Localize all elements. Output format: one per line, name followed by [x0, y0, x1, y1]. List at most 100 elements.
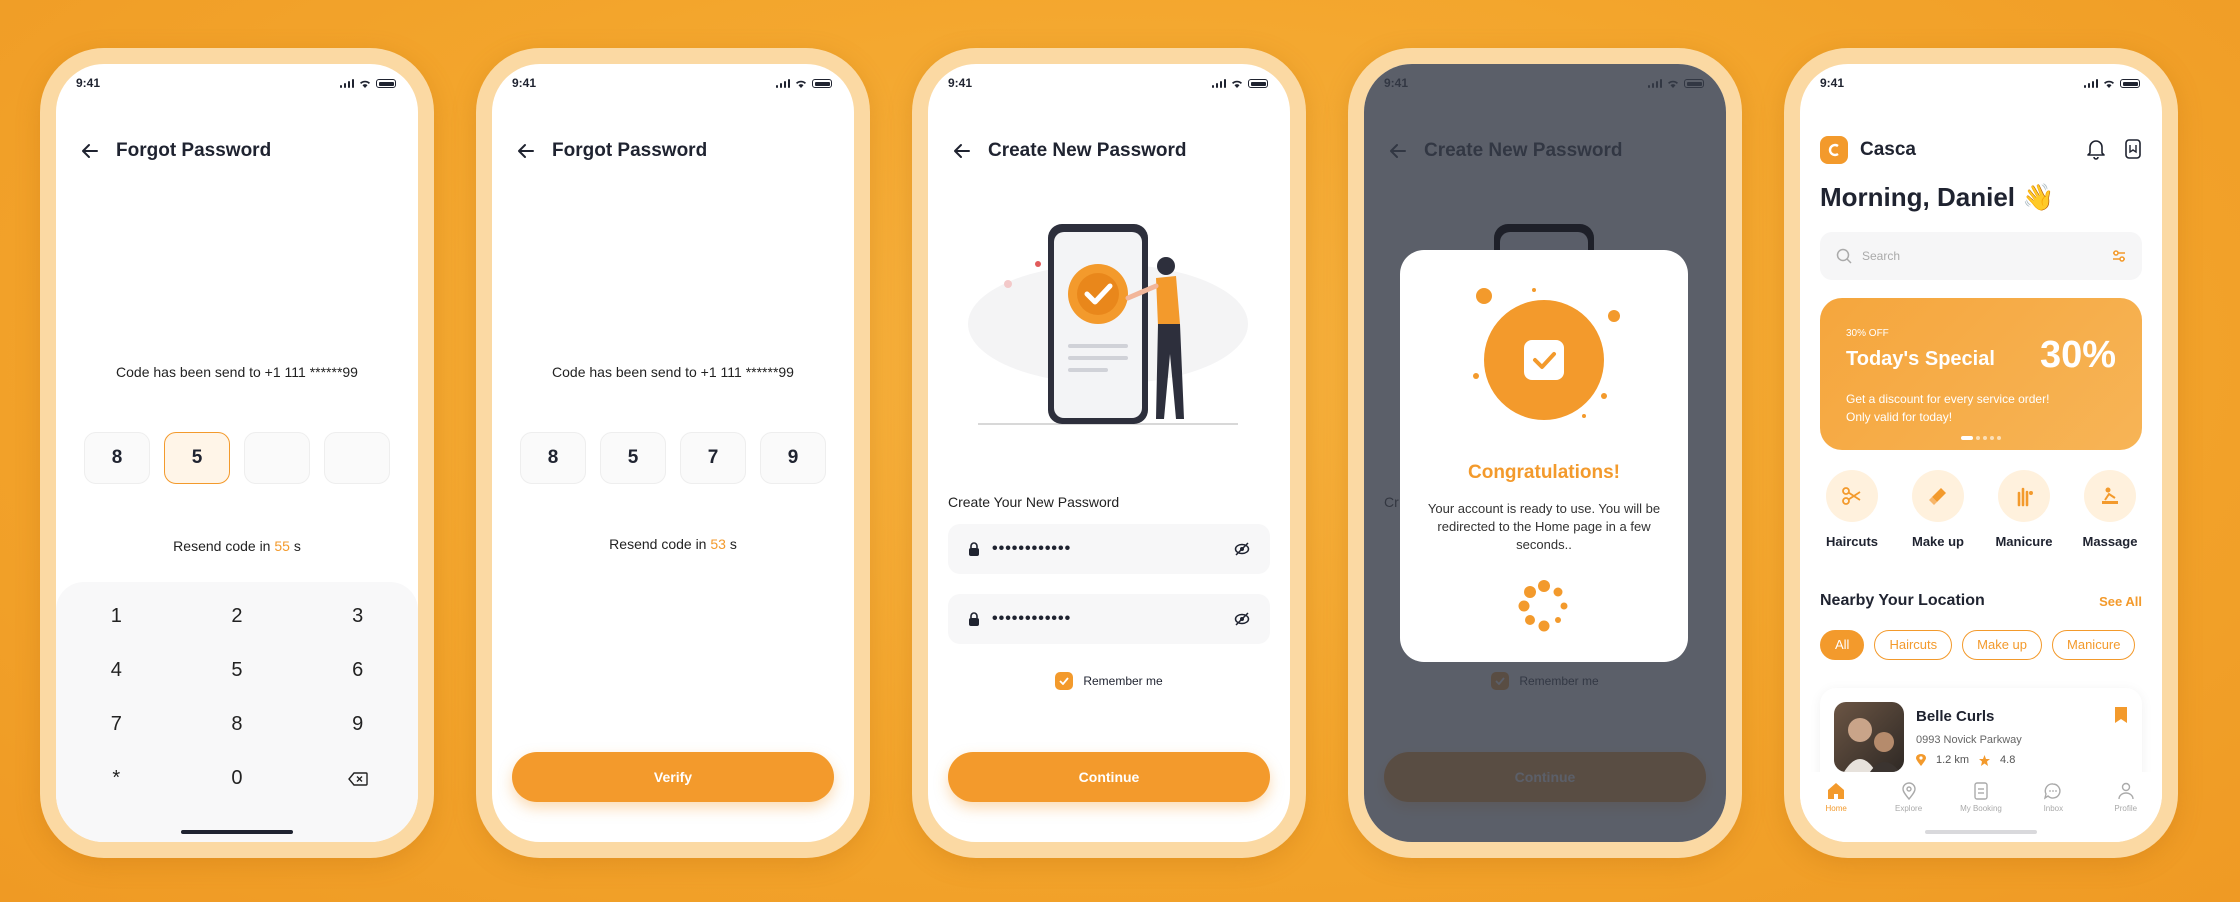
- key-6[interactable]: 6: [297, 654, 418, 686]
- otp-input[interactable]: 8 5: [84, 432, 390, 484]
- bell-icon[interactable]: [2086, 138, 2106, 160]
- back-arrow-icon[interactable]: [80, 141, 100, 161]
- battery-icon: [1248, 79, 1268, 88]
- verify-button[interactable]: Verify: [512, 752, 834, 802]
- phone-congratulations: 9:41 Create New Password Cr Remember me …: [1348, 48, 1742, 858]
- category-label: Massage: [2082, 534, 2138, 549]
- status-bar: 9:41: [928, 76, 1290, 96]
- otp-digit[interactable]: [244, 432, 310, 484]
- category-label: Haircuts: [1825, 534, 1879, 549]
- otp-digit[interactable]: 5: [600, 432, 666, 484]
- otp-input[interactable]: 8 5 7 9: [520, 432, 826, 484]
- chat-icon: [2044, 783, 2061, 800]
- status-time: 9:41: [76, 76, 101, 90]
- page-title: Forgot Password: [116, 140, 272, 161]
- key-7[interactable]: 7: [56, 708, 177, 740]
- status-time: 9:41: [948, 76, 973, 90]
- carousel-dots: [1961, 436, 2001, 440]
- eye-hidden-icon[interactable]: [1234, 542, 1250, 556]
- tab-label: Home: [1825, 804, 1847, 813]
- otp-digit-active[interactable]: 5: [164, 432, 230, 484]
- loading-spinner-icon: [1518, 580, 1568, 632]
- confirm-password-field[interactable]: ••••••••••••: [948, 594, 1270, 644]
- otp-digit[interactable]: 9: [760, 432, 826, 484]
- congrats-message: Your account is ready to use. You will b…: [1427, 501, 1661, 552]
- key-8[interactable]: 8: [177, 708, 298, 740]
- remember-me-label: Remember me: [1083, 674, 1163, 688]
- chip-haircuts[interactable]: Haircuts: [1874, 630, 1953, 660]
- brand: Casca: [1820, 136, 1916, 164]
- continue-button[interactable]: Continue: [948, 752, 1270, 802]
- chip-all[interactable]: All: [1820, 630, 1865, 660]
- search-input[interactable]: Search: [1820, 232, 2142, 280]
- otp-digit[interactable]: [324, 432, 390, 484]
- chip-manicure[interactable]: Manicure: [2052, 630, 2136, 660]
- resend-suffix: s: [725, 536, 737, 552]
- category-make-up[interactable]: Make up: [1898, 470, 1978, 549]
- back-arrow-icon[interactable]: [952, 141, 972, 161]
- chip-make-up[interactable]: Make up: [1962, 630, 2043, 660]
- tab-label: Inbox: [2043, 804, 2064, 813]
- promo-description: Get a discount for every service order! …: [1846, 390, 2049, 426]
- otp-digit[interactable]: 8: [520, 432, 586, 484]
- resend-seconds: 53: [710, 536, 726, 552]
- category-massage[interactable]: Massage: [2070, 470, 2150, 549]
- resend-timer: Resend code in 53 s: [492, 536, 854, 552]
- filter-icon[interactable]: [2112, 250, 2126, 262]
- signal-icon: [2083, 79, 2098, 88]
- back-arrow-icon[interactable]: [516, 141, 536, 161]
- resend-seconds: 55: [274, 538, 290, 554]
- wifi-icon: [1232, 80, 1242, 88]
- otp-digit[interactable]: 7: [680, 432, 746, 484]
- checkbox-checked-icon[interactable]: [1055, 672, 1074, 690]
- home-indicator: [181, 830, 293, 834]
- bookmark-icon[interactable]: [2124, 138, 2142, 160]
- signal-icon: [339, 79, 354, 88]
- screen: 9:41 Create New Password Cr Remember me …: [1364, 64, 1726, 842]
- key-9[interactable]: 9: [297, 708, 418, 740]
- lipstick-icon: [1929, 488, 1946, 505]
- salon-photo: [1834, 702, 1904, 772]
- header: Forgot Password: [80, 136, 394, 166]
- remember-me[interactable]: Remember me: [928, 672, 1290, 690]
- code-sent-message: Code has been send to +1 111 ******99: [116, 364, 358, 380]
- backspace-key[interactable]: [297, 762, 418, 794]
- status-time: 9:41: [512, 76, 537, 90]
- password-field[interactable]: ••••••••••••: [948, 524, 1270, 574]
- status-icons: [2083, 79, 2140, 88]
- nearby-section-header: Nearby Your Location See All: [1820, 592, 2142, 610]
- phone-forgot-password-entry: 9:41 Forgot Password Code has been send …: [40, 48, 434, 858]
- wifi-icon: [2104, 80, 2114, 88]
- key-5[interactable]: 5: [177, 654, 298, 686]
- key-3[interactable]: 3: [297, 600, 418, 632]
- salon-name: Belle Curls: [1916, 708, 1995, 725]
- see-all-link[interactable]: See All: [2099, 594, 2142, 609]
- category-manicure[interactable]: Manicure: [1984, 470, 2064, 549]
- status-time: 9:41: [1820, 76, 1845, 90]
- key-4[interactable]: 4: [56, 654, 177, 686]
- tab-home[interactable]: Home: [1808, 782, 1864, 842]
- key-0[interactable]: 0: [177, 762, 298, 794]
- tab-profile[interactable]: Profile: [2098, 782, 2154, 842]
- home-icon: [1828, 783, 1845, 799]
- resend-suffix: s: [289, 538, 301, 554]
- promo-desc-line: Get a discount for every service order!: [1846, 392, 2050, 406]
- phone-home: 9:41 Casca Morning, Daniel 👋 Search 30% …: [1784, 48, 2178, 858]
- header: Forgot Password: [516, 136, 830, 166]
- status-bar: 9:41: [1800, 76, 2162, 96]
- greeting: Morning, Daniel 👋: [1820, 182, 2055, 212]
- promo-percent: 30%: [2039, 334, 2116, 376]
- key-star[interactable]: *: [56, 762, 177, 794]
- key-2[interactable]: 2: [177, 600, 298, 632]
- eye-hidden-icon[interactable]: [1234, 612, 1250, 626]
- special-offer-banner[interactable]: 30% OFF Today's Special 30% Get a discou…: [1820, 298, 2142, 450]
- phone-illustration: [968, 224, 1248, 425]
- category-haircuts[interactable]: Haircuts: [1812, 470, 1892, 549]
- phone-create-password: 9:41 Create New Password Create Your New…: [912, 48, 1306, 858]
- service-categories: Haircuts Make up Manicure Massage: [1812, 470, 2150, 549]
- bookmark-filled-icon[interactable]: [2114, 706, 2128, 724]
- page-title: Create New Password: [988, 140, 1187, 161]
- brand-name: Casca: [1860, 139, 1916, 160]
- otp-digit[interactable]: 8: [84, 432, 150, 484]
- key-1[interactable]: 1: [56, 600, 177, 632]
